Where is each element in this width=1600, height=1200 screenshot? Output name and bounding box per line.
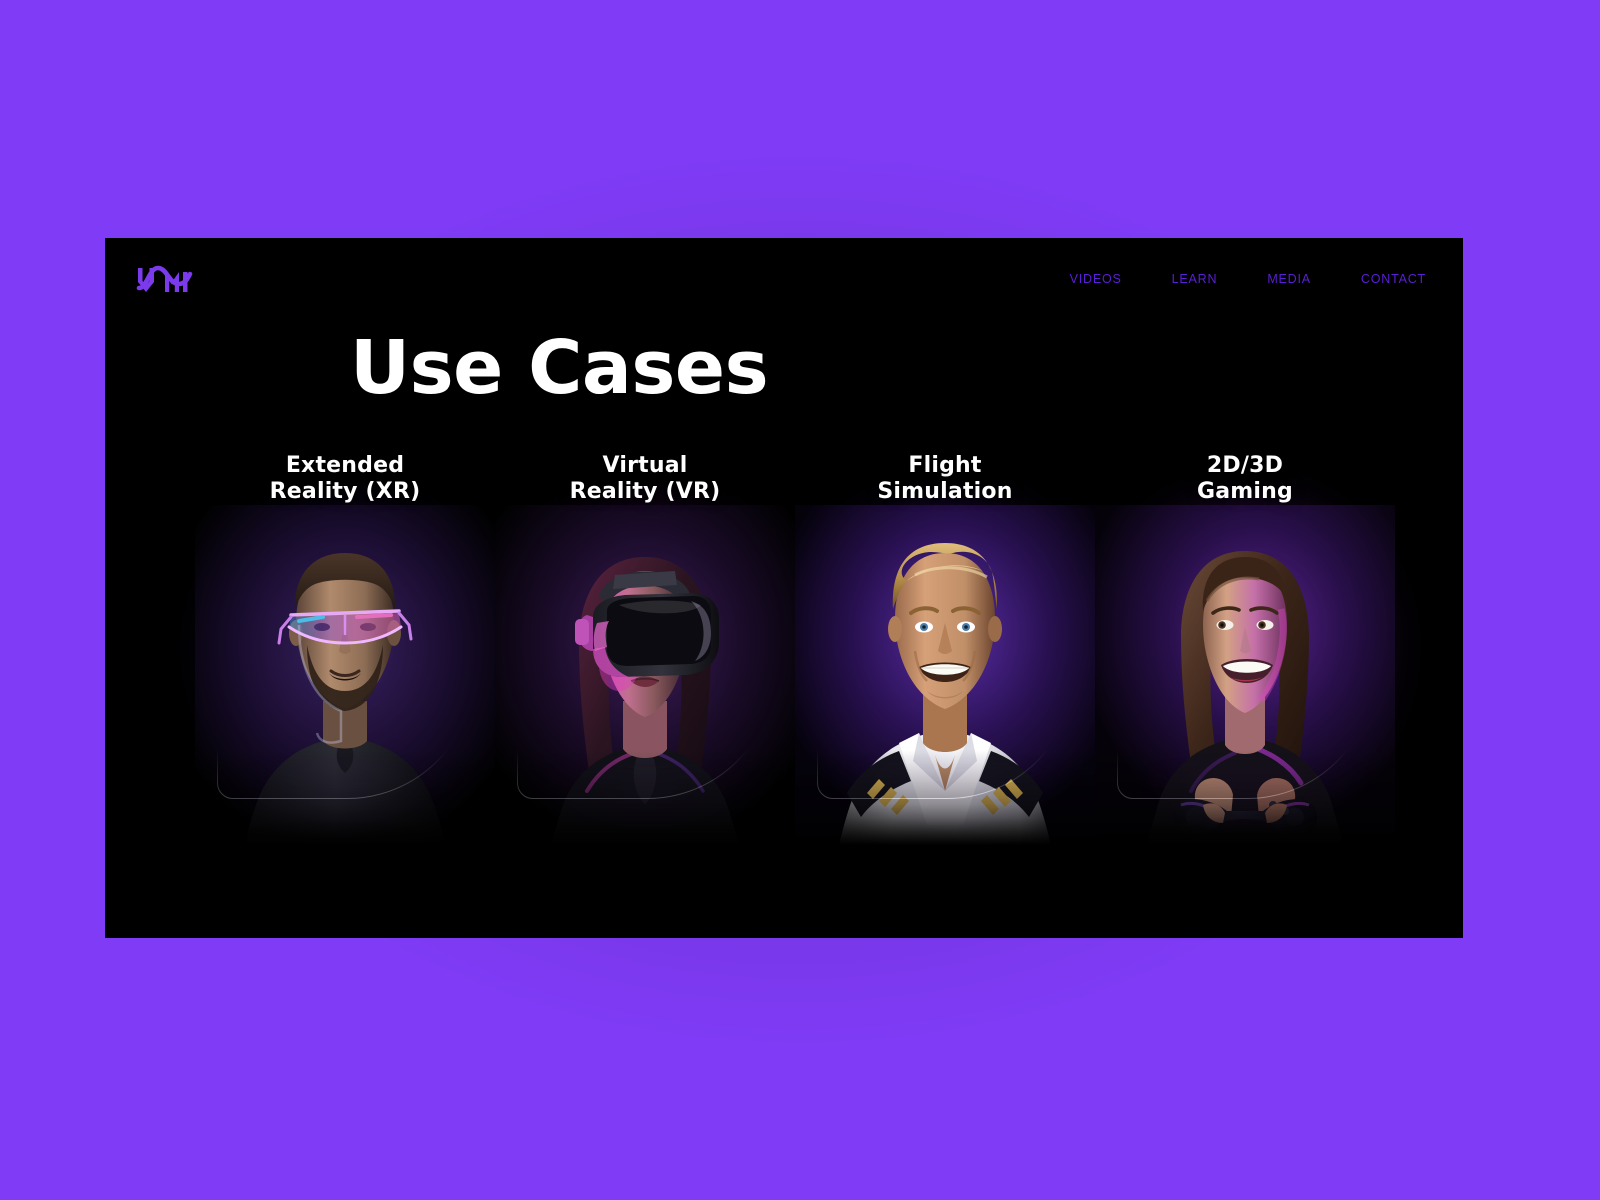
card-title-line2: Gaming bbox=[1197, 478, 1293, 504]
card-title-xr: Extended Reality (XR) bbox=[195, 453, 495, 504]
card-title-gaming: 2D/3D Gaming bbox=[1095, 453, 1395, 504]
page-title: Use Cases bbox=[350, 325, 769, 411]
card-title-line1: Flight bbox=[908, 453, 982, 478]
site-header: VIDEOS LEARN MEDIA CONTACT bbox=[105, 238, 1463, 328]
use-case-card-gaming[interactable]: 2D/3D Gaming bbox=[1095, 453, 1395, 873]
card-title-line1: 2D/3D bbox=[1206, 453, 1284, 478]
card-portrait-vr bbox=[495, 505, 795, 845]
card-portrait-xr bbox=[195, 505, 495, 845]
card-title-line2: Reality (VR) bbox=[569, 478, 721, 504]
use-case-grid: Extended Reality (XR) Virtual Reality (V… bbox=[195, 453, 1463, 873]
card-title-line1: Extended bbox=[285, 453, 405, 478]
nav-link-contact[interactable]: CONTACT bbox=[1351, 268, 1436, 290]
use-case-card-flight-simulation[interactable]: Flight Simulation bbox=[795, 453, 1095, 873]
use-case-card-xr[interactable]: Extended Reality (XR) bbox=[195, 453, 495, 873]
card-title-vr: Virtual Reality (VR) bbox=[495, 453, 795, 504]
card-title-flight-simulation: Flight Simulation bbox=[795, 453, 1095, 504]
card-title-line2: Reality (XR) bbox=[269, 478, 421, 504]
nav-link-videos[interactable]: VIDEOS bbox=[1060, 268, 1132, 290]
main-nav[interactable]: VIDEOS LEARN MEDIA CONTACT bbox=[1060, 268, 1436, 290]
vm-monogram-logo[interactable] bbox=[135, 262, 193, 296]
nav-link-learn[interactable]: LEARN bbox=[1162, 268, 1228, 290]
use-case-card-vr[interactable]: Virtual Reality (VR) bbox=[495, 453, 795, 873]
card-portrait-gaming bbox=[1095, 505, 1395, 845]
nav-link-media[interactable]: MEDIA bbox=[1257, 268, 1321, 290]
hero-panel: VIDEOS LEARN MEDIA CONTACT Use Cases Ext… bbox=[105, 238, 1463, 938]
card-portrait-flight-simulation bbox=[795, 505, 1095, 845]
card-title-line2: Simulation bbox=[877, 478, 1013, 504]
card-title-line1: Virtual bbox=[602, 453, 688, 478]
